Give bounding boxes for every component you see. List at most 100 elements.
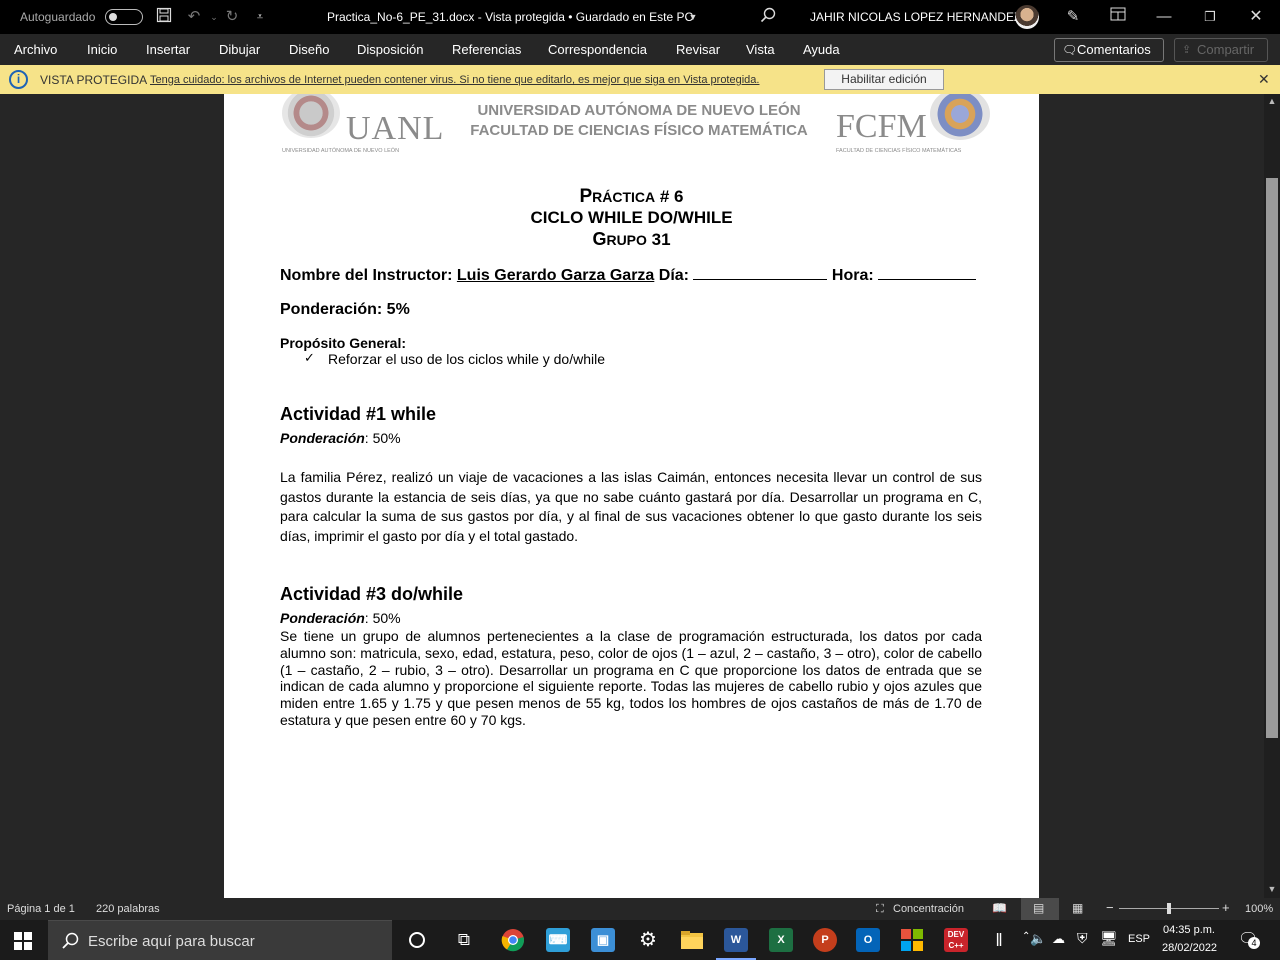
pen-icon[interactable]: ✎ bbox=[1063, 7, 1083, 27]
word-count[interactable]: 220 palabras bbox=[96, 903, 160, 915]
redo-icon[interactable]: ↻ bbox=[222, 7, 242, 27]
cortana-icon[interactable] bbox=[405, 928, 429, 952]
header-university: UNIVERSIDAD AUTÓNOMA DE NUEVO LEÓN bbox=[477, 102, 801, 119]
security-shield-icon[interactable]: ⛨ bbox=[1077, 930, 1088, 947]
autosave-toggle[interactable] bbox=[105, 9, 143, 25]
zoom-in-icon[interactable]: + bbox=[1222, 900, 1230, 915]
print-layout-icon: ▤ bbox=[1033, 901, 1045, 915]
activity3-title: Actividad #3 do/while bbox=[280, 584, 464, 604]
protected-view-message[interactable]: Tenga cuidado: los archivos de Internet … bbox=[150, 74, 759, 86]
print-layout-button[interactable]: ▤ bbox=[1021, 898, 1059, 920]
group-title-rest: RUPO bbox=[606, 232, 647, 248]
search-icon[interactable] bbox=[758, 7, 778, 27]
excel-icon[interactable]: X bbox=[769, 928, 793, 952]
taskbar-search-box[interactable]: Escribe aquí para buscar bbox=[48, 920, 392, 960]
activity3-text: Se tiene un grupo de alumnos pertenecien… bbox=[280, 628, 982, 728]
practice-title-number: # 6 bbox=[655, 187, 684, 206]
restore-icon[interactable]: ❐ bbox=[1200, 7, 1220, 27]
onedrive-icon[interactable]: ☁ bbox=[1052, 931, 1065, 947]
zoom-slider-thumb[interactable] bbox=[1167, 903, 1171, 914]
menu-dibujar[interactable]: Dibujar bbox=[219, 42, 260, 57]
clock-date[interactable]: 28/02/2022 bbox=[1162, 942, 1217, 954]
web-layout-icon[interactable]: ▦ bbox=[1072, 901, 1083, 915]
menu-disposicion[interactable]: Disposición bbox=[357, 42, 423, 57]
save-icon[interactable] bbox=[154, 7, 174, 27]
instructor-line: Nombre del Instructor: Luis Gerardo Garz… bbox=[280, 266, 982, 285]
activity1-title: Actividad #1 while bbox=[280, 404, 437, 424]
menu-bar: Archivo Inicio Insertar Dibujar Diseño D… bbox=[0, 34, 1280, 65]
practice-title: PRÁCTICA # 6 bbox=[224, 186, 1039, 208]
scroll-down-icon[interactable]: ▼ bbox=[1267, 884, 1277, 894]
control-panel-icon[interactable]: ▣ bbox=[591, 928, 615, 952]
ribbon-display-icon[interactable] bbox=[1108, 7, 1128, 27]
word-icon[interactable]: W bbox=[724, 928, 748, 952]
menu-revisar[interactable]: Revisar bbox=[676, 42, 720, 57]
menu-ayuda[interactable]: Ayuda bbox=[803, 42, 840, 57]
close-bar-icon[interactable]: ✕ bbox=[1258, 71, 1270, 88]
outlook-icon[interactable]: O bbox=[856, 928, 880, 952]
document-title[interactable]: Practica_No-6_PE_31.docx - Vista protegi… bbox=[327, 10, 693, 24]
menu-archivo[interactable]: Archivo bbox=[14, 42, 57, 57]
dev-cpp-icon[interactable]: DEV C++ bbox=[944, 928, 968, 952]
zoom-level[interactable]: 100% bbox=[1245, 903, 1273, 915]
settings-gear-icon[interactable]: ⚙ bbox=[636, 928, 660, 952]
activity3-weight-value: : 50% bbox=[364, 610, 401, 626]
document-page[interactable]: UANL UNIVERSIDAD AUTÓNOMA DE NUEVO LEÓN … bbox=[224, 94, 1039, 898]
task-view-icon[interactable]: ⧉ bbox=[452, 928, 476, 952]
customize-toolbar-icon[interactable]: ⩡ bbox=[250, 7, 270, 27]
language-indicator[interactable]: ESP bbox=[1128, 933, 1150, 945]
comments-label: Comentarios bbox=[1077, 42, 1151, 57]
fcfm-crest bbox=[930, 94, 990, 140]
practice-title-rest: RÁCTICA bbox=[592, 189, 656, 205]
read-mode-icon[interactable]: 📖 bbox=[992, 901, 1007, 915]
focus-icon[interactable]: ⛶ bbox=[876, 903, 884, 916]
comments-button[interactable]: 🗨 Comentarios bbox=[1054, 38, 1164, 62]
network-icon[interactable]: 🖥 bbox=[1100, 930, 1118, 947]
menu-inicio[interactable]: Inicio bbox=[87, 42, 117, 57]
undo-icon[interactable]: ↶ bbox=[184, 7, 204, 27]
menu-insertar[interactable]: Insertar bbox=[146, 42, 190, 57]
main-title: CICLO WHILE DO/WHILE bbox=[530, 208, 733, 227]
undo-dropdown-icon[interactable]: ⌄ bbox=[204, 7, 224, 27]
day-label: Día: bbox=[654, 267, 694, 284]
activity1-weight: Ponderación: 50% bbox=[280, 429, 982, 448]
whiteboard-icon[interactable]: ⌨ bbox=[546, 928, 570, 952]
avatar[interactable] bbox=[1015, 5, 1039, 29]
share-icon: ⇪ bbox=[1182, 44, 1192, 56]
library-icon[interactable]: 𝍪 bbox=[987, 928, 1011, 952]
menu-vista[interactable]: Vista bbox=[746, 42, 775, 57]
uanl-crest bbox=[282, 94, 340, 138]
powerpoint-icon[interactable]: P bbox=[813, 928, 837, 952]
menu-diseno[interactable]: Diseño bbox=[289, 42, 329, 57]
notification-count: 4 bbox=[1248, 937, 1260, 949]
menu-referencias[interactable]: Referencias bbox=[452, 42, 521, 57]
uanl-logo-text: UANL bbox=[346, 110, 445, 147]
vertical-scrollbar[interactable]: ▲ ▼ bbox=[1264, 94, 1280, 898]
volume-icon[interactable]: 🔈 bbox=[1030, 931, 1046, 947]
minimize-icon[interactable]: — bbox=[1154, 7, 1174, 27]
scroll-up-icon[interactable]: ▲ bbox=[1267, 96, 1277, 106]
windows-start-icon[interactable] bbox=[14, 932, 32, 955]
day-blank bbox=[693, 279, 828, 280]
check-icon: ✓ bbox=[304, 350, 315, 365]
scrollbar-thumb[interactable] bbox=[1266, 178, 1278, 738]
menu-correspondencia[interactable]: Correspondencia bbox=[548, 42, 647, 57]
office-apps-icon[interactable] bbox=[900, 928, 924, 952]
user-name[interactable]: JAHIR NICOLAS LOPEZ HERNANDEZ bbox=[810, 10, 1021, 24]
fcfm-logo-subtext: FACULTAD DE CIENCIAS FÍSICO MATEMÁTICAS bbox=[836, 148, 962, 154]
clock-time[interactable]: 04:35 p.m. bbox=[1163, 924, 1215, 936]
enable-editing-button[interactable]: Habilitar edición bbox=[824, 69, 944, 90]
page-count[interactable]: Página 1 de 1 bbox=[7, 903, 75, 915]
hour-label: Hora: bbox=[827, 267, 879, 284]
close-icon[interactable]: ✕ bbox=[1246, 7, 1266, 27]
file-explorer-icon[interactable] bbox=[680, 928, 704, 952]
notifications-button[interactable]: 🗨 4 bbox=[1238, 929, 1260, 949]
chrome-icon[interactable] bbox=[501, 928, 525, 952]
zoom-slider[interactable] bbox=[1119, 903, 1219, 914]
title-dropdown-icon[interactable]: ▼ bbox=[683, 7, 703, 27]
share-button[interactable]: ⇪ Compartir bbox=[1174, 38, 1268, 62]
zoom-out-icon[interactable]: − bbox=[1106, 900, 1114, 915]
taskbar: Escribe aquí para buscar ⧉ ⌨ ▣ ⚙ W X P O… bbox=[0, 920, 1280, 960]
activity1-weight-value: : 50% bbox=[364, 430, 401, 446]
focus-mode-label[interactable]: Concentración bbox=[893, 903, 964, 915]
